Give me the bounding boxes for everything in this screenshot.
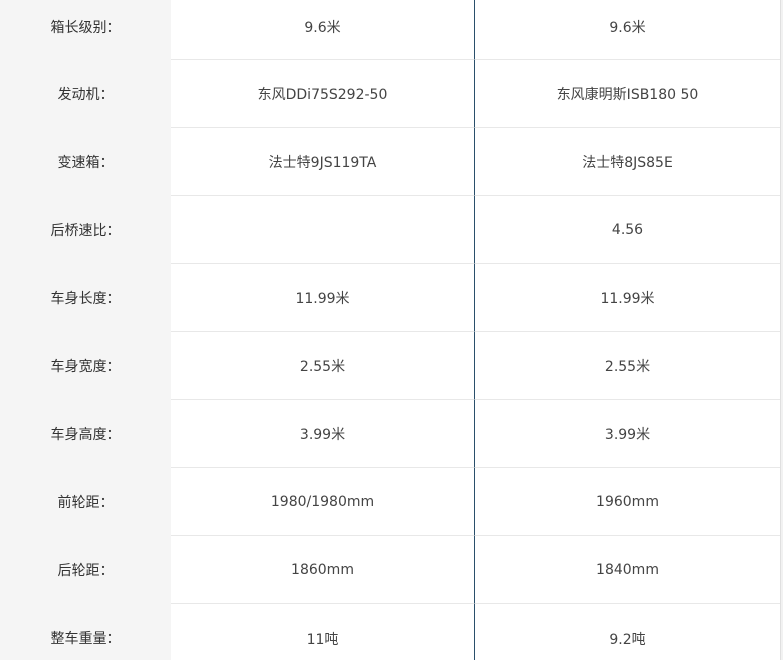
table-row: 后桥速比： 4.56 xyxy=(0,196,783,264)
row-label: 发动机： xyxy=(0,60,171,128)
row-label: 后轮距： xyxy=(0,536,171,604)
value-cell-vehicle-a: 3.99米 xyxy=(171,400,475,468)
value-cell-vehicle-a: 11.99米 xyxy=(171,264,475,332)
value-cell-vehicle-a: 9.6米 xyxy=(171,0,475,60)
row-label: 车身长度： xyxy=(0,264,171,332)
value-cell-vehicle-b: 1960mm xyxy=(475,468,780,536)
row-label: 箱长级别： xyxy=(0,0,171,60)
value-cell-vehicle-b: 9.2吨 xyxy=(475,604,780,660)
table-row: 后轮距： 1860mm 1840mm xyxy=(0,536,783,604)
value-cell-vehicle-a: 1980/1980mm xyxy=(171,468,475,536)
value-cell-vehicle-a: 法士特9JS119TA xyxy=(171,128,475,196)
value-cell-vehicle-b: 2.55米 xyxy=(475,332,780,400)
table-row: 箱长级别： 9.6米 9.6米 xyxy=(0,0,783,60)
value-cell-vehicle-b: 11.99米 xyxy=(475,264,780,332)
row-label: 整车重量： xyxy=(0,604,171,660)
value-cell-vehicle-b: 4.56 xyxy=(475,196,780,264)
row-label: 后桥速比： xyxy=(0,196,171,264)
table-row: 发动机： 东风DDi75S292-50 东风康明斯ISB180 50 xyxy=(0,60,783,128)
value-cell-vehicle-a: 11吨 xyxy=(171,604,475,660)
value-cell-vehicle-b: 东风康明斯ISB180 50 xyxy=(475,60,780,128)
table-row: 车身宽度： 2.55米 2.55米 xyxy=(0,332,783,400)
row-label: 变速箱： xyxy=(0,128,171,196)
spec-comparison-table: 箱长级别： 9.6米 9.6米 发动机： 东风DDi75S292-50 东风康明… xyxy=(0,0,783,660)
table-row: 整车重量： 11吨 9.2吨 xyxy=(0,604,783,660)
value-cell-vehicle-a: 2.55米 xyxy=(171,332,475,400)
table-row: 车身长度： 11.99米 11.99米 xyxy=(0,264,783,332)
value-cell-vehicle-b: 3.99米 xyxy=(475,400,780,468)
table-row: 车身高度： 3.99米 3.99米 xyxy=(0,400,783,468)
value-cell-vehicle-b: 1840mm xyxy=(475,536,780,604)
table-row: 变速箱： 法士特9JS119TA 法士特8JS85E xyxy=(0,128,783,196)
table-row: 前轮距： 1980/1980mm 1960mm xyxy=(0,468,783,536)
row-label: 车身宽度： xyxy=(0,332,171,400)
value-cell-vehicle-a: 1860mm xyxy=(171,536,475,604)
value-cell-vehicle-b: 9.6米 xyxy=(475,0,780,60)
value-cell-vehicle-a: 东风DDi75S292-50 xyxy=(171,60,475,128)
value-cell-vehicle-b: 法士特8JS85E xyxy=(475,128,780,196)
value-cell-vehicle-a xyxy=(171,196,475,264)
row-label: 车身高度： xyxy=(0,400,171,468)
row-label: 前轮距： xyxy=(0,468,171,536)
